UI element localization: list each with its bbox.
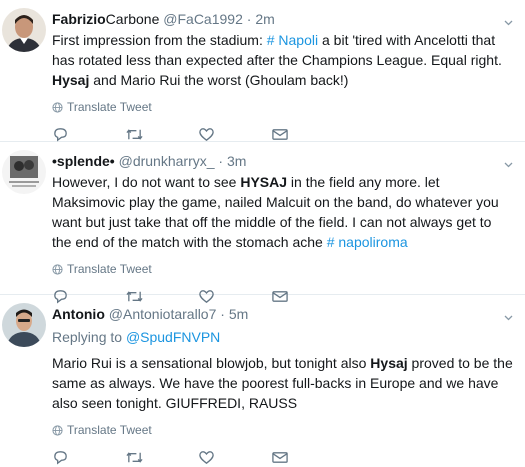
- reply-button[interactable]: [52, 447, 125, 467]
- replying-to: Replying to @SpudFNVPN: [52, 327, 513, 347]
- translate-tweet-link[interactable]: Translate Tweet: [52, 100, 513, 114]
- tweet-text-bold: HYSAJ: [240, 174, 288, 190]
- globe-icon: [52, 263, 63, 275]
- avatar[interactable]: [2, 303, 46, 347]
- reply-button[interactable]: [52, 124, 125, 144]
- reply-icon: [54, 450, 67, 464]
- tweet-3[interactable]: Antonio @Antoniotarallo7 · 5m Replying t…: [0, 295, 525, 464]
- tweet-text-segment: and Mario Rui the worst (Ghoulam back!): [89, 72, 349, 88]
- tweet-2[interactable]: •splende• @drunkharryx_ · 3m However, I …: [0, 142, 525, 303]
- like-icon: [199, 450, 214, 464]
- tweet-text-bold: Hysaj: [370, 355, 408, 371]
- tweet-actions: [52, 447, 513, 467]
- author-name-rest[interactable]: Carbone: [106, 11, 160, 27]
- message-icon: [272, 451, 288, 463]
- translate-label[interactable]: Translate Tweet: [67, 100, 152, 114]
- direct-message-button[interactable]: [271, 447, 344, 467]
- author-name[interactable]: Fabrizio: [52, 11, 106, 27]
- tweet-text-segment: However, I do not want to see: [52, 174, 241, 190]
- translate-tweet-link[interactable]: Translate Tweet: [52, 423, 513, 437]
- translate-label[interactable]: Translate Tweet: [67, 423, 152, 437]
- message-icon: [272, 128, 288, 140]
- author-username[interactable]: @FaCa1992: [163, 11, 243, 27]
- hashtag-link[interactable]: # napoliroma: [327, 234, 408, 250]
- retweet-icon: [126, 128, 143, 140]
- like-button[interactable]: [198, 124, 271, 144]
- like-icon: [199, 127, 214, 141]
- retweet-icon: [126, 451, 143, 463]
- caret-down-icon[interactable]: [504, 309, 513, 321]
- caret-down-icon[interactable]: [504, 156, 513, 168]
- separator-dot: ·: [220, 306, 225, 322]
- tweet-1[interactable]: FabrizioCarbone @FaCa1992 · 2m First imp…: [0, 0, 525, 142]
- separator-dot: ·: [218, 153, 224, 169]
- globe-icon: [52, 101, 63, 113]
- tweet-text: First impression from the stadium: # Nap…: [52, 30, 513, 90]
- globe-icon: [52, 424, 63, 436]
- retweet-button[interactable]: [125, 124, 198, 144]
- tweet-timestamp[interactable]: 5m: [229, 306, 248, 322]
- avatar[interactable]: [2, 8, 46, 52]
- tweet-text-segment: First impression from the stadium:: [52, 32, 267, 48]
- author-username[interactable]: @Antoniotarallo7: [109, 306, 217, 322]
- author-name[interactable]: •splende•: [52, 153, 115, 169]
- direct-message-button[interactable]: [271, 124, 344, 144]
- retweet-button[interactable]: [125, 447, 198, 467]
- author-name[interactable]: Antonio: [52, 306, 105, 322]
- translate-label[interactable]: Translate Tweet: [67, 262, 152, 276]
- tweet-text: Mario Rui is a sensational blowjob, but …: [52, 353, 513, 413]
- tweet-timestamp[interactable]: 2m: [255, 11, 274, 27]
- tweet-text-segment: Mario Rui is a sensational blowjob, but …: [52, 355, 371, 371]
- tweet-timestamp[interactable]: 3m: [227, 153, 246, 169]
- tweet-actions: [52, 124, 513, 144]
- separator-dot: ·: [246, 11, 252, 27]
- tweet-text: However, I do not want to see HYSAJ in t…: [52, 172, 513, 252]
- avatar[interactable]: [2, 150, 46, 194]
- replying-to-label: Replying to: [52, 329, 126, 345]
- like-button[interactable]: [198, 447, 271, 467]
- reply-icon: [54, 127, 67, 141]
- hashtag-link[interactable]: # Napoli: [267, 32, 318, 48]
- translate-tweet-link[interactable]: Translate Tweet: [52, 262, 513, 276]
- replying-to-user-link[interactable]: @SpudFNVPN: [126, 329, 220, 345]
- author-username[interactable]: @drunkharryx_: [119, 153, 215, 169]
- tweet-text-bold: Hysaj: [52, 72, 90, 88]
- caret-down-icon[interactable]: [504, 14, 513, 26]
